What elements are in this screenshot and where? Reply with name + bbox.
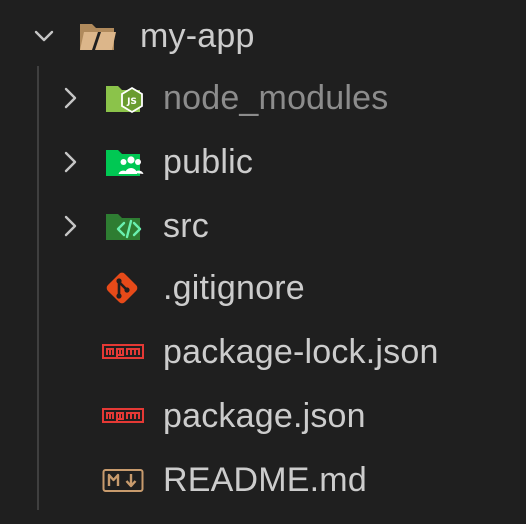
tree-item-label: .gitignore [163, 269, 305, 307]
tree-item-package-lock-json[interactable]: package-lock.json [0, 320, 526, 384]
tree-item-src[interactable]: src [0, 194, 526, 258]
tree-item-package-json[interactable]: package.json [0, 384, 526, 448]
tree-item-label: README.md [163, 461, 367, 499]
tree-item-label: package-lock.json [163, 333, 439, 371]
folder-open-icon [78, 16, 118, 56]
tree-item-label: my-app [140, 17, 255, 55]
git-icon [102, 268, 142, 308]
tree-item-label: package.json [163, 397, 366, 435]
svg-text:JS: JS [126, 97, 137, 107]
tree-item-label: public [163, 143, 254, 181]
folder-node-icon: JS [104, 78, 144, 118]
tree-item-my-app[interactable]: my-app [0, 4, 526, 68]
folder-public-icon [104, 142, 144, 182]
npm-icon [102, 396, 144, 436]
folder-src-icon [104, 206, 144, 246]
tree-item-public[interactable]: public [0, 130, 526, 194]
tree-item-label: node_modules [163, 79, 389, 117]
chevron-right-icon[interactable] [58, 86, 82, 110]
npm-icon [102, 332, 144, 372]
markdown-icon [102, 460, 144, 500]
chevron-right-icon[interactable] [58, 214, 82, 238]
chevron-right-icon[interactable] [58, 150, 82, 174]
tree-item-label: src [163, 207, 209, 245]
file-explorer-tree: my-app JS node_modules public src .gitig… [0, 0, 526, 524]
tree-item-node-modules[interactable]: JS node_modules [0, 66, 526, 130]
tree-item-gitignore[interactable]: .gitignore [0, 256, 526, 320]
tree-item-readme-md[interactable]: README.md [0, 448, 526, 512]
chevron-down-icon[interactable] [32, 24, 56, 48]
